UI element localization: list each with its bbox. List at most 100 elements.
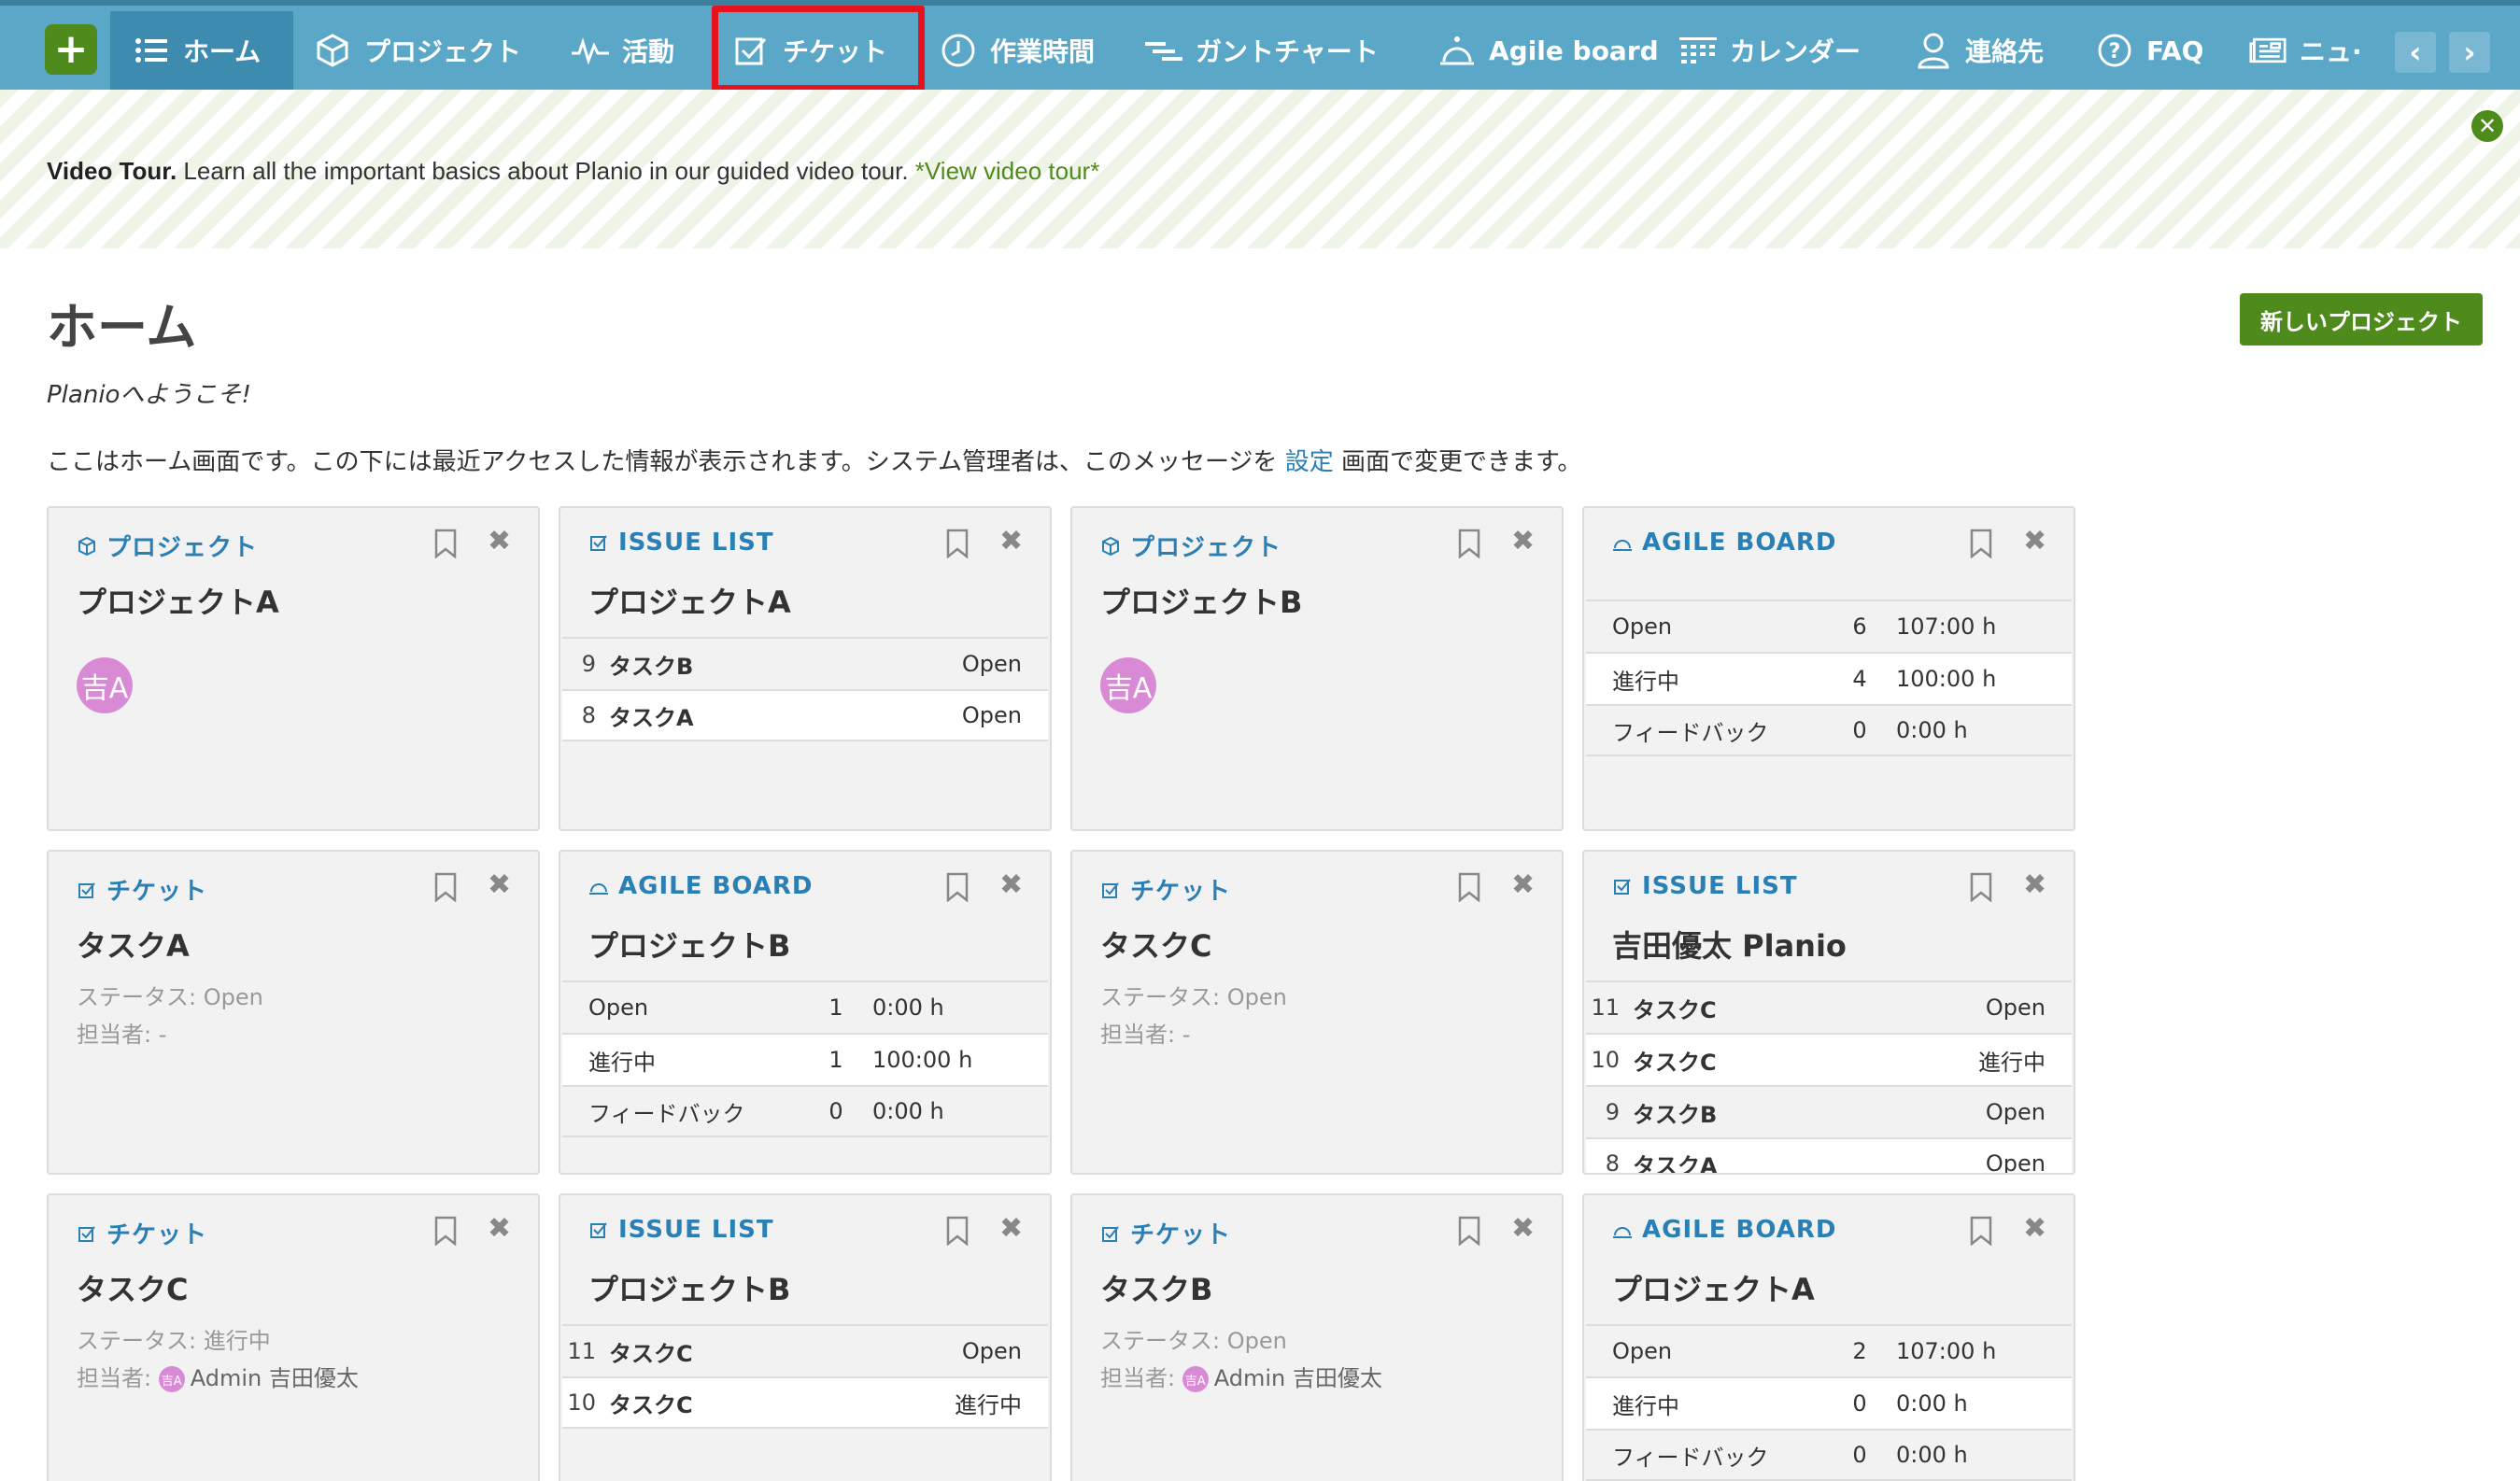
close-icon[interactable]: ✖ xyxy=(488,525,511,557)
close-icon[interactable]: ✖ xyxy=(999,525,1023,557)
issue-subject[interactable]: タスクC xyxy=(609,1387,917,1419)
close-icon[interactable]: ✖ xyxy=(1511,525,1535,557)
widget-title[interactable]: 吉田優太 Planio xyxy=(1612,923,1847,966)
table-row: Open 1 0:00 h xyxy=(562,980,1048,1033)
table-row[interactable]: 9 タスクB Open xyxy=(562,637,1048,689)
widget-title[interactable]: タスクC xyxy=(77,1266,189,1309)
close-icon[interactable]: ✖ xyxy=(488,1212,511,1245)
nav-next-button[interactable]: › xyxy=(2449,32,2490,73)
hours: 107:00 h xyxy=(1896,1338,1997,1364)
nav-item-agile-board[interactable]: Agile board xyxy=(1438,11,1659,90)
widget-header-label: チケット xyxy=(106,878,208,906)
nav-item-activity[interactable]: 活動 xyxy=(572,11,674,90)
issue-subject[interactable]: タスクB xyxy=(609,648,917,681)
bookmark-icon[interactable] xyxy=(1969,529,1993,558)
highlight-box xyxy=(712,6,925,92)
widget-title[interactable]: タスクB xyxy=(1100,1266,1212,1309)
contact-icon xyxy=(1915,32,1952,69)
count: 1 xyxy=(828,994,843,1021)
widget-issue-task-b: チケット ✖ タスクB ステータス: Open 担当者: 吉A Admin 吉田優… xyxy=(1070,1193,1564,1481)
settings-link[interactable]: 設定 xyxy=(1285,448,1334,476)
bookmark-icon[interactable] xyxy=(1457,1216,1481,1246)
table-row[interactable]: 8 タスクA Open xyxy=(562,689,1048,741)
nav-item-faq[interactable]: ? FAQ xyxy=(2096,11,2203,90)
checkbox-icon xyxy=(1612,876,1633,896)
add-button[interactable]: + xyxy=(45,24,97,75)
close-icon[interactable]: ✖ xyxy=(2023,525,2046,557)
table-row[interactable]: 10 タスクC 進行中 xyxy=(1586,1033,2072,1085)
bookmark-icon[interactable] xyxy=(1969,1216,1993,1246)
widget-header-label: AGILE BOARD xyxy=(1642,1216,1837,1244)
bookmark-icon[interactable] xyxy=(945,872,970,902)
widget-title[interactable]: プロジェクトA xyxy=(1612,1266,1815,1309)
column-label: フィードバック xyxy=(1612,1444,1769,1471)
issue-subject[interactable]: タスクA xyxy=(609,699,917,732)
close-icon[interactable]: ✖ xyxy=(488,868,511,901)
widget-header-label: チケット xyxy=(1130,1221,1232,1249)
close-icon[interactable]: ✖ xyxy=(2023,1212,2046,1245)
widget-title[interactable]: プロジェクトB xyxy=(588,1266,790,1309)
table-row[interactable]: 11 タスクC Open xyxy=(562,1324,1048,1376)
nav-item-calendar[interactable]: カレンダー xyxy=(1679,11,1861,90)
close-icon[interactable]: ✖ xyxy=(1511,1212,1535,1245)
issue-status-text: ステータス: Open xyxy=(77,984,263,1010)
list-icon xyxy=(133,32,170,69)
nav-prev-button[interactable]: ‹ xyxy=(2395,32,2436,73)
nav-item-projects[interactable]: プロジェクト xyxy=(314,11,521,90)
new-project-button[interactable]: 新しいプロジェクト xyxy=(2240,293,2483,346)
table-row: Open 2 107:00 h xyxy=(1586,1324,2072,1376)
table-row[interactable]: 11 タスクC Open xyxy=(1586,980,2072,1033)
table-row[interactable]: 8 タスクA Open xyxy=(1586,1137,2072,1174)
issue-subject[interactable]: タスクC xyxy=(609,1335,917,1368)
agile-icon xyxy=(588,876,609,896)
issue-assignee-text: 担当者: 吉A Admin 吉田優太 xyxy=(77,1360,359,1392)
nav-item-gantt[interactable]: ガントチャート xyxy=(1145,11,1379,90)
issue-id: 8 xyxy=(581,702,596,728)
close-icon[interactable]: ✖ xyxy=(2023,868,2046,901)
issue-subject[interactable]: タスクC xyxy=(1633,992,1941,1024)
widget-header: チケット xyxy=(77,1216,207,1250)
clock-icon xyxy=(940,32,977,69)
nav-item-news[interactable]: ニュ· xyxy=(2249,11,2362,90)
widget-title[interactable]: プロジェクトA xyxy=(588,579,791,622)
widget-title[interactable]: プロジェクトB xyxy=(1100,579,1302,622)
avatar: 吉A xyxy=(77,657,133,713)
bookmark-icon[interactable] xyxy=(1969,872,1993,902)
widget-issue-task-c-assigned: チケット ✖ タスクC ステータス: 進行中 担当者: 吉A Admin 吉田優太 xyxy=(47,1193,540,1481)
widget-title[interactable]: プロジェクトA xyxy=(77,579,279,622)
nav-item-time-entries[interactable]: 作業時間 xyxy=(940,11,1095,90)
issue-subject[interactable]: タスクB xyxy=(1633,1096,1941,1129)
close-icon[interactable]: ✖ xyxy=(999,868,1023,901)
checkbox-icon xyxy=(588,1220,609,1240)
table-row[interactable]: 9 タスクB Open xyxy=(1586,1085,2072,1137)
widget-issue-list-user: ISSUE LIST ✖ 吉田優太 Planio 11 タスクC Open 10 タス… xyxy=(1582,850,2075,1175)
bookmark-icon[interactable] xyxy=(433,1216,458,1246)
bookmark-icon[interactable] xyxy=(433,529,458,558)
bookmark-icon[interactable] xyxy=(1457,529,1481,558)
close-icon[interactable]: ✖ xyxy=(1511,868,1535,901)
bookmark-icon[interactable] xyxy=(945,1216,970,1246)
bookmark-icon[interactable] xyxy=(433,872,458,902)
assignee-name[interactable]: Admin 吉田優太 xyxy=(1214,1365,1382,1391)
widget-title[interactable]: タスクA xyxy=(77,923,190,966)
assignee-name[interactable]: Admin 吉田優太 xyxy=(191,1365,359,1391)
bookmark-icon[interactable] xyxy=(1457,872,1481,902)
checkbox-icon xyxy=(77,1223,97,1244)
table-row: 進行中 0 0:00 h xyxy=(1586,1376,2072,1429)
view-video-tour-link[interactable]: *View video tour* xyxy=(915,157,1100,185)
widget-title[interactable]: タスクC xyxy=(1100,923,1212,966)
agile-table: Open 6 107:00 h 進行中 4 100:00 h フィードバック 0 0:00 … xyxy=(1586,599,2072,756)
close-icon[interactable]: ✖ xyxy=(999,1212,1023,1245)
issue-subject[interactable]: タスクA xyxy=(1633,1148,1941,1174)
issue-subject[interactable]: タスクC xyxy=(1633,1044,1941,1077)
count: 0 xyxy=(1852,717,1867,743)
nav-item-home[interactable]: ホーム xyxy=(110,11,293,90)
nav-item-contacts[interactable]: 連絡先 xyxy=(1915,11,2044,90)
widget-title[interactable]: プロジェクトB xyxy=(588,923,790,966)
table-row[interactable]: 10 タスクC 進行中 xyxy=(562,1376,1048,1429)
widget-header: AGILE BOARD xyxy=(588,872,813,900)
bookmark-icon[interactable] xyxy=(945,529,970,558)
count: 6 xyxy=(1852,614,1867,640)
close-banner-button[interactable]: ✕ xyxy=(2471,110,2503,142)
assignee-label: 担当者: xyxy=(1100,1365,1182,1391)
